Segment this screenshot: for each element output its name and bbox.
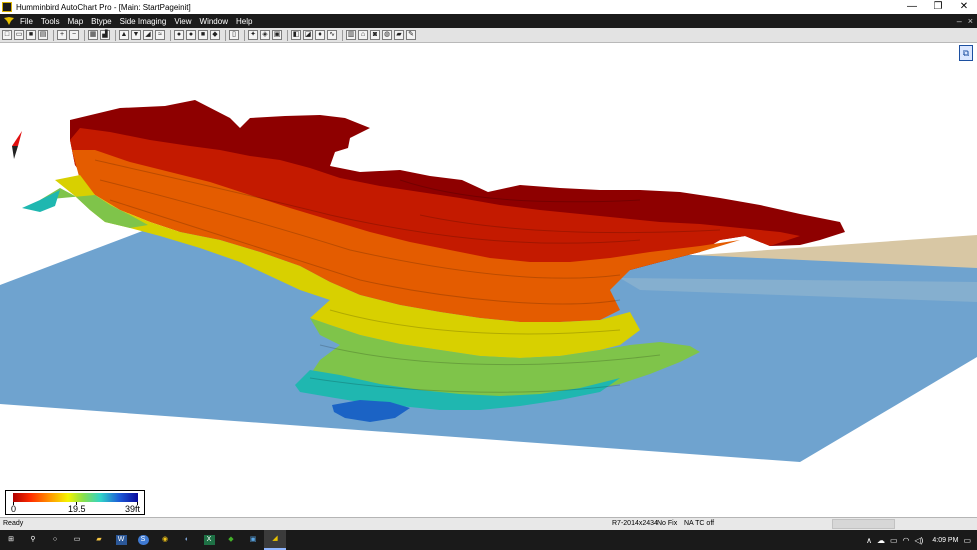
- windows-start-icon[interactable]: ⊞: [0, 530, 22, 550]
- tools-icon[interactable]: ✦: [248, 30, 258, 40]
- app-blue-icon[interactable]: ▣: [242, 530, 264, 550]
- shade-icon[interactable]: ◢: [143, 30, 153, 40]
- window-titlebar: Humminbird AutoChart Pro - [Main: StartP…: [0, 0, 977, 14]
- map-view-icon[interactable]: ▦: [88, 30, 98, 40]
- zoom-out-icon[interactable]: −: [69, 30, 79, 40]
- chart-settings-icon[interactable]: ◍: [382, 30, 392, 40]
- status-file-text: R7-2014x2434: [612, 520, 658, 527]
- autochart-icon[interactable]: ◢: [264, 530, 286, 550]
- file-explorer-icon[interactable]: ▰: [88, 530, 110, 550]
- square-gray-icon[interactable]: ■: [198, 30, 208, 40]
- track-icon[interactable]: ∿: [327, 30, 337, 40]
- depth-max-label: 39ft: [125, 504, 141, 514]
- close-button[interactable]: ✕: [951, 0, 977, 14]
- window-controls: — ❐ ✕: [899, 0, 977, 14]
- taskbar-clock[interactable]: 4:09 PM: [932, 537, 958, 544]
- depth-up-icon[interactable]: ▲: [119, 30, 129, 40]
- skype-icon[interactable]: S: [132, 530, 154, 550]
- print-icon[interactable]: ▤: [38, 30, 48, 40]
- system-tray: ∧ ☁ ▭ ◠ ◁) 4:09 PM ▭: [866, 530, 977, 550]
- export-icon[interactable]: ▰: [394, 30, 404, 40]
- map-3d-viewport[interactable]: [0, 43, 977, 517]
- humminbird-logo-icon[interactable]: [2, 15, 16, 27]
- compass-icon: [11, 130, 25, 163]
- chart-view-icon[interactable]: ▟: [100, 30, 110, 40]
- app-icon: [2, 2, 12, 12]
- statusbar: Ready R7-2014x2434 No Fix NA TC off: [0, 517, 977, 530]
- menu-file[interactable]: File: [16, 17, 37, 26]
- volume-icon[interactable]: ◁): [915, 536, 924, 545]
- new-file-icon[interactable]: □: [2, 30, 12, 40]
- app-green-icon[interactable]: ◆: [220, 530, 242, 550]
- open-folder-icon[interactable]: ▭: [14, 30, 24, 40]
- depth-color-scale: [13, 493, 138, 502]
- window-title: Humminbird AutoChart Pro - [Main: StartP…: [16, 2, 191, 12]
- menu-map[interactable]: Map: [64, 17, 88, 26]
- circle-dark-icon[interactable]: ●: [174, 30, 184, 40]
- depth-map-3d[interactable]: [0, 43, 977, 517]
- depth-legend: 0 19.5 39ft: [5, 490, 145, 515]
- cube-3d-icon[interactable]: ◆: [210, 30, 220, 40]
- status-progress-panel: [832, 519, 895, 529]
- zoom-in-icon[interactable]: +: [57, 30, 67, 40]
- browser-icon[interactable]: ◐: [176, 530, 198, 550]
- toolbar-separator: [244, 29, 245, 41]
- grid-icon[interactable]: ▥: [346, 30, 356, 40]
- notifications-icon[interactable]: ▭: [963, 536, 971, 545]
- search-icon[interactable]: ⚲: [22, 530, 44, 550]
- menu-help[interactable]: Help: [232, 17, 256, 26]
- toolbar-separator: [115, 29, 116, 41]
- mdi-controls: – ×: [957, 14, 973, 28]
- save-icon[interactable]: ■: [26, 30, 36, 40]
- mdi-close-button[interactable]: ×: [968, 14, 973, 28]
- tray-chevron-icon[interactable]: ∧: [866, 536, 872, 545]
- palette-icon[interactable]: ◧: [291, 30, 301, 40]
- word-icon[interactable]: W: [110, 530, 132, 550]
- pin-icon[interactable]: ♦: [315, 30, 325, 40]
- page-icon[interactable]: ▯: [229, 30, 239, 40]
- menu-side-imaging[interactable]: Side Imaging: [116, 17, 171, 26]
- minimize-button[interactable]: —: [899, 0, 925, 14]
- circle-gray-icon[interactable]: ●: [186, 30, 196, 40]
- windows-taskbar: ⊞ ⚲ ○ ▭ ▰ W S ◉ ◐ X ◆ ▣ ◢ ∧ ☁ ▭ ◠ ◁) 4:0…: [0, 530, 977, 550]
- cortana-icon[interactable]: ○: [44, 530, 66, 550]
- contour-icon[interactable]: ≈: [155, 30, 165, 40]
- depth-min-label: 0: [11, 504, 17, 514]
- maximize-button[interactable]: ❐: [925, 0, 951, 14]
- pencil-icon[interactable]: ✎: [406, 30, 416, 40]
- toolbar: □ ▭ ■ ▤ + − ▦ ▟ ▲ ▼ ◢ ≈ ● ● ■ ◆ ▯ ✦ ◈ ▣ …: [0, 28, 977, 43]
- view-toggle-button[interactable]: ⧉: [959, 45, 973, 61]
- menu-view[interactable]: View: [170, 17, 195, 26]
- toolbar-separator: [84, 29, 85, 41]
- layer-icon[interactable]: ▣: [272, 30, 282, 40]
- boat-icon[interactable]: ⌂: [358, 30, 368, 40]
- toolbar-separator: [170, 29, 171, 41]
- camera-icon[interactable]: ◙: [370, 30, 380, 40]
- mdi-minimize-button[interactable]: –: [957, 14, 962, 28]
- toolbar-separator: [287, 29, 288, 41]
- status-ready-text: Ready: [3, 520, 24, 527]
- task-view-icon[interactable]: ▭: [66, 530, 88, 550]
- toolbar-separator: [53, 29, 54, 41]
- menu-btype[interactable]: Btype: [87, 17, 115, 26]
- battery-icon[interactable]: ▭: [890, 536, 898, 545]
- status-fix-text: No Fix: [657, 520, 678, 527]
- menubar: File Tools Map Btype Side Imaging View W…: [0, 14, 977, 28]
- toolbar-separator: [342, 29, 343, 41]
- depth-down-icon[interactable]: ▼: [131, 30, 141, 40]
- menu-tools[interactable]: Tools: [37, 17, 64, 26]
- toolbar-separator: [225, 29, 226, 41]
- color-map-icon[interactable]: ◪: [303, 30, 313, 40]
- excel-icon[interactable]: X: [198, 530, 220, 550]
- status-tc-text: NA TC off: [684, 520, 715, 527]
- depth-mid-label: 19.5: [68, 504, 86, 514]
- chrome-icon[interactable]: ◉: [154, 530, 176, 550]
- wifi-icon[interactable]: ◠: [903, 536, 910, 545]
- shield-icon[interactable]: ◈: [260, 30, 270, 40]
- onedrive-cloud-icon[interactable]: ☁: [877, 536, 885, 545]
- menu-window[interactable]: Window: [196, 17, 232, 26]
